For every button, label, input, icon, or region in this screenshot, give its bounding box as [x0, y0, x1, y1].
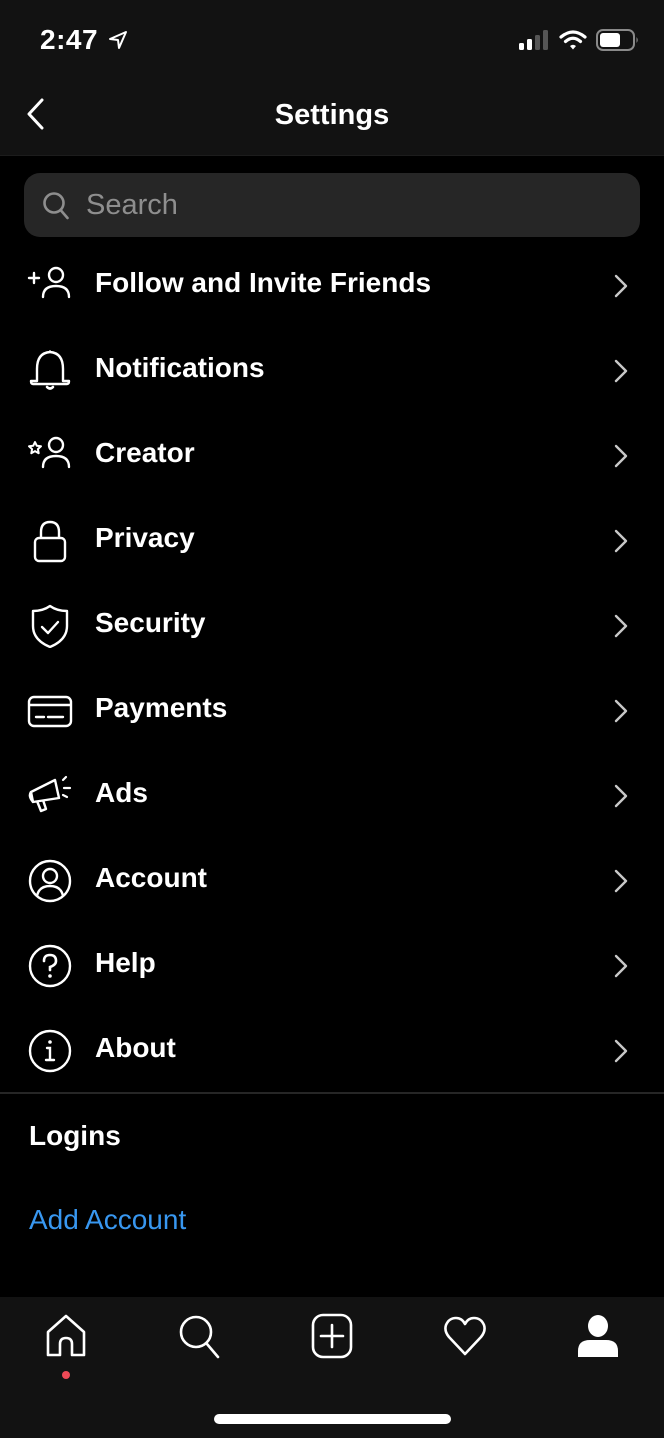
- credit-card-icon: [27, 695, 73, 728]
- add-person-icon: [27, 266, 71, 299]
- menu-item-account[interactable]: Account: [0, 838, 664, 923]
- question-circle-icon: [28, 944, 72, 988]
- menu-item-label: Help: [95, 947, 156, 978]
- chevron-right-icon: [614, 444, 628, 468]
- chevron-right-icon: [614, 529, 628, 553]
- person-circle-icon: [28, 859, 72, 903]
- chevron-right-icon: [614, 359, 628, 383]
- heart-icon: [444, 1316, 486, 1356]
- menu-item-security[interactable]: Security: [0, 583, 664, 668]
- menu-item-notifications[interactable]: Notifications: [0, 328, 664, 413]
- section-divider: [0, 1092, 664, 1094]
- menu-item-help[interactable]: Help: [0, 923, 664, 1008]
- menu-item-payments[interactable]: Payments: [0, 668, 664, 753]
- battery-icon: [596, 29, 638, 51]
- star-person-icon: [28, 436, 71, 469]
- menu-item-label: Creator: [95, 437, 195, 468]
- menu-item-label: Account: [95, 862, 207, 893]
- home-indicator: [214, 1414, 451, 1424]
- menu-item-label: Notifications: [95, 352, 265, 383]
- shield-check-icon: [31, 604, 69, 648]
- chevron-right-icon: [614, 784, 628, 808]
- tab-search[interactable]: [164, 1307, 234, 1377]
- chevron-right-icon: [614, 869, 628, 893]
- add-account-link[interactable]: Add Account: [29, 1204, 186, 1236]
- info-circle-icon: [28, 1029, 72, 1073]
- cellular-signal-icon: [519, 30, 548, 50]
- bell-icon: [29, 350, 71, 390]
- search-icon: [179, 1315, 220, 1359]
- menu-item-label: Ads: [95, 777, 148, 808]
- home-icon: [46, 1314, 86, 1357]
- clipped-login-row[interactable]: [29, 1288, 329, 1297]
- status-bar: 2:47: [0, 0, 664, 80]
- search-icon: [43, 192, 69, 220]
- tab-activity[interactable]: [430, 1307, 500, 1377]
- notification-dot: [62, 1371, 70, 1379]
- chevron-right-icon: [614, 954, 628, 978]
- chevron-right-icon: [614, 1039, 628, 1063]
- plus-square-icon: [311, 1313, 353, 1359]
- menu-item-ads[interactable]: Ads: [0, 753, 664, 838]
- chevron-right-icon: [614, 614, 628, 638]
- tab-profile[interactable]: [563, 1307, 633, 1377]
- search-bar[interactable]: [24, 173, 640, 237]
- megaphone-icon: [28, 775, 72, 813]
- menu-item-label: Payments: [95, 692, 228, 723]
- tab-home[interactable]: [31, 1307, 101, 1379]
- search-input[interactable]: [86, 183, 616, 227]
- status-time: 2:47: [40, 24, 99, 55]
- tab-new-post[interactable]: [297, 1307, 367, 1377]
- menu-item-label: Security: [95, 607, 206, 638]
- menu-item-about[interactable]: About: [0, 1008, 664, 1093]
- menu-item-follow-invite-friends[interactable]: Follow and Invite Friends: [0, 243, 664, 328]
- location-arrow-icon: [109, 31, 127, 49]
- chevron-right-icon: [614, 274, 628, 298]
- settings-menu: Follow and Invite Friends Notifications …: [0, 243, 664, 1093]
- lock-icon: [33, 520, 67, 563]
- page-title: Settings: [274, 99, 390, 131]
- logins-section-title: Logins: [29, 1120, 121, 1151]
- wifi-icon: [559, 30, 587, 50]
- menu-item-label: Follow and Invite Friends: [95, 267, 432, 298]
- menu-item-label: Privacy: [95, 522, 195, 553]
- nav-bar: Settings: [0, 80, 664, 156]
- menu-item-creator[interactable]: Creator: [0, 413, 664, 498]
- menu-item-privacy[interactable]: Privacy: [0, 498, 664, 583]
- profile-icon: [578, 1315, 618, 1357]
- chevron-right-icon: [614, 699, 628, 723]
- menu-item-label: About: [95, 1032, 176, 1063]
